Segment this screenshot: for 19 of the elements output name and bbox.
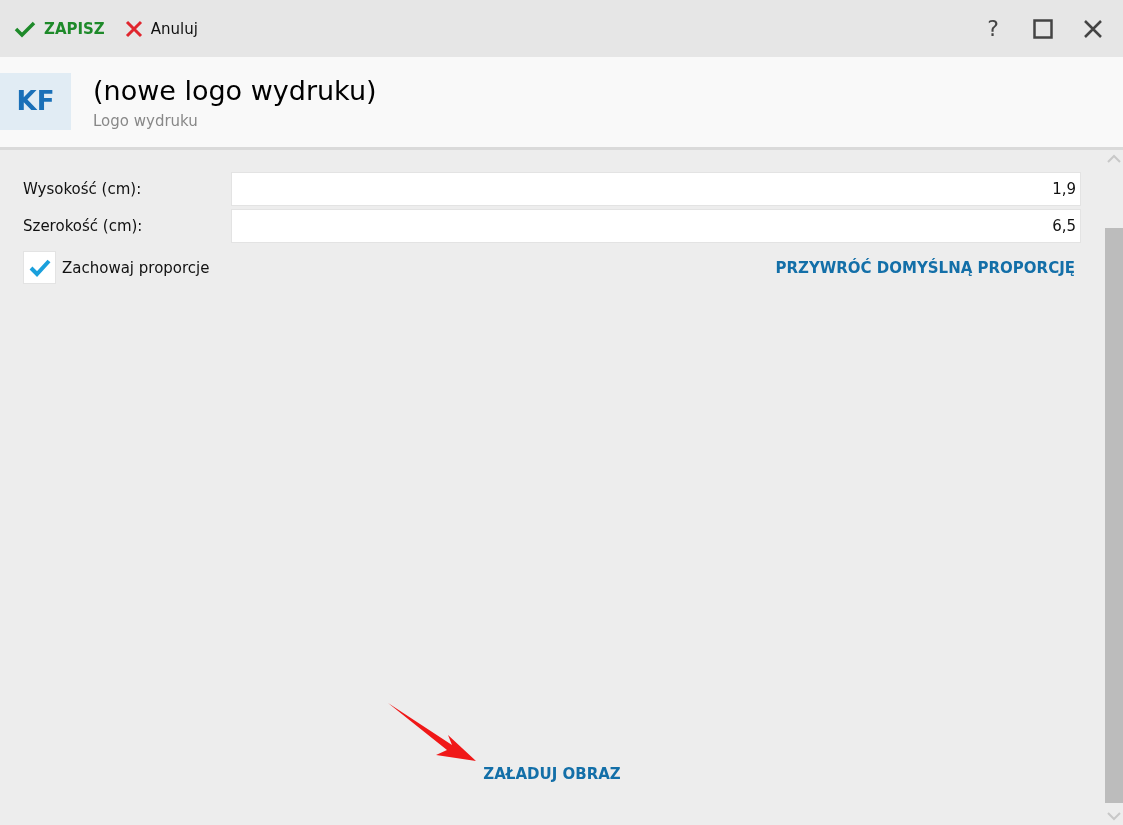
load-image-link[interactable]: ZAŁADUJ OBRAZ	[483, 765, 621, 783]
checkbox[interactable]	[23, 251, 56, 284]
checkbox-label: Zachowaj proporcje	[62, 258, 210, 277]
field-label: Wysokość (cm):	[23, 179, 143, 200]
checkmark-icon	[28, 257, 51, 278]
input-field[interactable]: 6,5	[231, 209, 1081, 243]
save-button[interactable]: ZAPISZ	[8, 15, 111, 42]
close-icon	[1083, 18, 1103, 39]
maximize-icon	[1033, 18, 1053, 39]
field-label: Szerokość (cm):	[23, 216, 144, 237]
cross-icon	[124, 19, 143, 38]
help-button[interactable]: ?	[971, 8, 1015, 49]
input-field[interactable]: 1,9	[231, 172, 1081, 206]
reset-ratio-link[interactable]: PRZYWRÓĆ DOMYŚLNĄ PROPORCJĘ	[775, 258, 1075, 277]
checkmark-icon	[14, 19, 36, 38]
cancel-button[interactable]: Anuluj	[118, 15, 204, 42]
initials-badge: KF	[0, 72, 71, 130]
record-title: (nowe logo wydruku)	[93, 74, 377, 106]
record-subtitle: Logo wydruku	[93, 111, 199, 130]
